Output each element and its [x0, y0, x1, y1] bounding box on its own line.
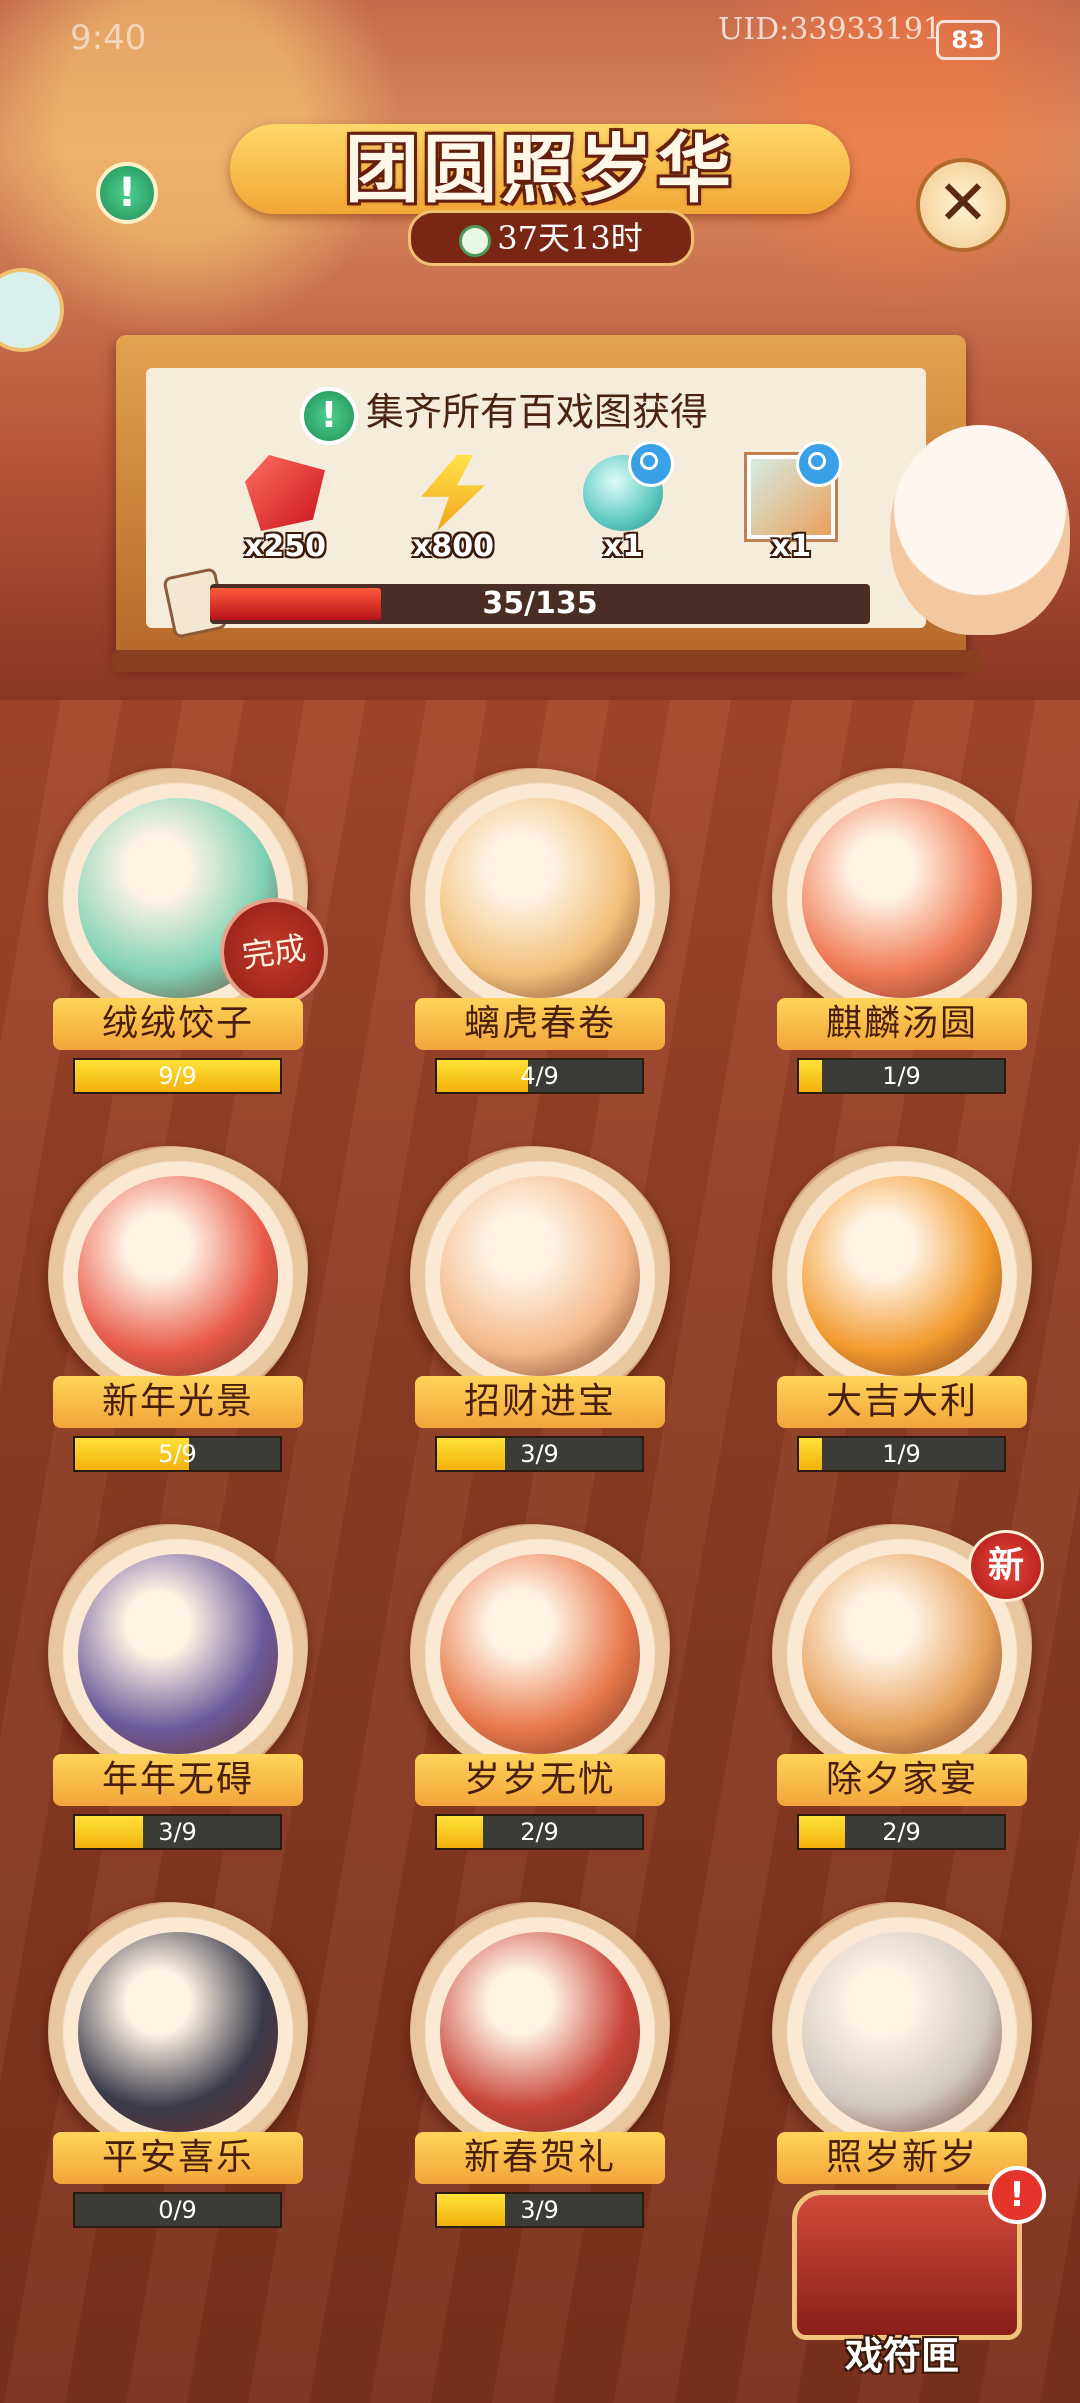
collection-name: 年年无碍	[53, 1754, 303, 1806]
close-button[interactable]: ✕	[916, 158, 1010, 252]
collection-name: 绒绒饺子	[53, 998, 303, 1050]
collection-progress-label: 35/135	[482, 586, 598, 621]
collection-progress-label: 4/9	[520, 1062, 559, 1090]
magnify-icon[interactable]	[628, 441, 674, 487]
chest-label: 戏符匣	[844, 2333, 959, 2378]
collection-card[interactable]: 麒麟汤圆 1/9	[772, 768, 1032, 1098]
collection-name: 照岁新岁	[777, 2132, 1027, 2184]
collection-progress-label: 5/9	[158, 1440, 197, 1468]
collection-progress-label: 0/9	[158, 2196, 197, 2224]
event-title: 团圆照岁华	[230, 110, 850, 220]
collection-name: 除夕家宴	[777, 1754, 1027, 1806]
collection-progress-bar: 3/9	[435, 2192, 644, 2228]
collection-progress-bar: 2/9	[797, 1814, 1006, 1850]
battery-icon: 83	[936, 20, 1000, 60]
collection-name: 大吉大利	[777, 1376, 1027, 1428]
collection-card[interactable]: 螭虎春卷 4/9	[410, 768, 670, 1098]
collection-artwork	[440, 1554, 640, 1754]
collection-progress-bar: 9/9	[73, 1058, 282, 1094]
collection-card[interactable]: 招财进宝 3/9	[410, 1146, 670, 1476]
collection-name: 麒麟汤圆	[777, 998, 1027, 1050]
reward-item[interactable]: x250	[230, 455, 340, 565]
reward-count: x1	[770, 529, 812, 564]
collection-artwork	[78, 1932, 278, 2132]
lightning-bolt-icon	[421, 455, 485, 531]
collection-card[interactable]: 岁岁无忧 2/9	[410, 1524, 670, 1854]
info-icon[interactable]: !	[300, 386, 358, 445]
info-button[interactable]: !	[96, 162, 158, 224]
collection-card[interactable]: 新春贺礼 3/9	[410, 1902, 670, 2232]
collection-card[interactable]: 新除夕家宴 2/9	[772, 1524, 1044, 1854]
collection-artwork	[440, 1932, 640, 2132]
collection-artwork	[78, 1176, 278, 1376]
panel-shelf	[112, 650, 982, 672]
collection-card[interactable]: 平安喜乐 0/9	[48, 1902, 308, 2232]
collection-progress-bar: 0/9	[73, 2192, 282, 2228]
timer-icon	[459, 224, 492, 257]
collection-progress-label: 1/9	[882, 1440, 921, 1468]
collection-progress-label: 2/9	[520, 1818, 559, 1846]
collection-progress-label: 9/9	[158, 1062, 197, 1090]
user-id: UID:33933191	[718, 12, 942, 47]
collection-artwork	[802, 1554, 1002, 1754]
collection-card[interactable]: 大吉大利 1/9	[772, 1146, 1032, 1476]
alert-badge: !	[988, 2166, 1046, 2224]
collection-artwork	[78, 1554, 278, 1754]
collection-progress-bar: 2/9	[435, 1814, 644, 1850]
reward-heading-text: 集齐所有百戏图获得	[366, 390, 709, 434]
reward-count: x1	[602, 529, 644, 564]
reward-count: x250	[244, 529, 326, 564]
collection-progress-bar: 1/9	[797, 1058, 1006, 1094]
collection-progress-bar: 5/9	[73, 1436, 282, 1472]
event-timer-text: 37天13时	[497, 219, 643, 257]
reward-panel-heading: ! 集齐所有百戏图获得	[300, 382, 709, 445]
chest-icon	[792, 2190, 1022, 2340]
collection-name: 新年光景	[53, 1376, 303, 1428]
status-time: 9:40	[70, 18, 147, 58]
magnify-icon[interactable]	[796, 441, 842, 487]
collection-name: 岁岁无忧	[415, 1754, 665, 1806]
collection-progress-bar: 4/9	[435, 1058, 644, 1094]
talisman-chest-button[interactable]: ! 戏符匣	[782, 2166, 1046, 2380]
red-gem-icon	[245, 455, 325, 531]
collection-progress-bar: 3/9	[435, 1436, 644, 1472]
collection-progress-label: 3/9	[520, 2196, 559, 2224]
collection-card[interactable]: 年年无碍 3/9	[48, 1524, 308, 1854]
reward-item[interactable]: x1	[736, 441, 846, 565]
collection-progress-bar: 1/9	[797, 1436, 1006, 1472]
cat-mascot-icon	[890, 425, 1070, 635]
new-badge: 新	[968, 1530, 1044, 1602]
collection-artwork	[802, 798, 1002, 998]
collection-card[interactable]: 完成 绒绒饺子 9/9	[48, 768, 335, 1098]
collection-name: 平安喜乐	[53, 2132, 303, 2184]
reward-count: x800	[412, 529, 494, 564]
collection-name: 螭虎春卷	[415, 998, 665, 1050]
collection-artwork	[802, 1176, 1002, 1376]
collection-artwork	[802, 1932, 1002, 2132]
collection-progress-label: 3/9	[158, 1818, 197, 1846]
collection-progress-label: 1/9	[882, 1062, 921, 1090]
collection-progress-label: 3/9	[520, 1440, 559, 1468]
reward-item[interactable]: x1	[568, 441, 678, 565]
collection-artwork	[440, 798, 640, 998]
event-timer: 37天13时	[408, 210, 694, 266]
reward-item[interactable]: x800	[398, 455, 508, 565]
collection-name: 新春贺礼	[415, 2132, 665, 2184]
collection-progress-bar: 35/135	[210, 584, 870, 624]
collection-card[interactable]: 新年光景 5/9	[48, 1146, 308, 1476]
collection-name: 招财进宝	[415, 1376, 665, 1428]
collection-progress-label: 2/9	[882, 1818, 921, 1846]
collection-progress-bar: 3/9	[73, 1814, 282, 1850]
collection-artwork	[440, 1176, 640, 1376]
